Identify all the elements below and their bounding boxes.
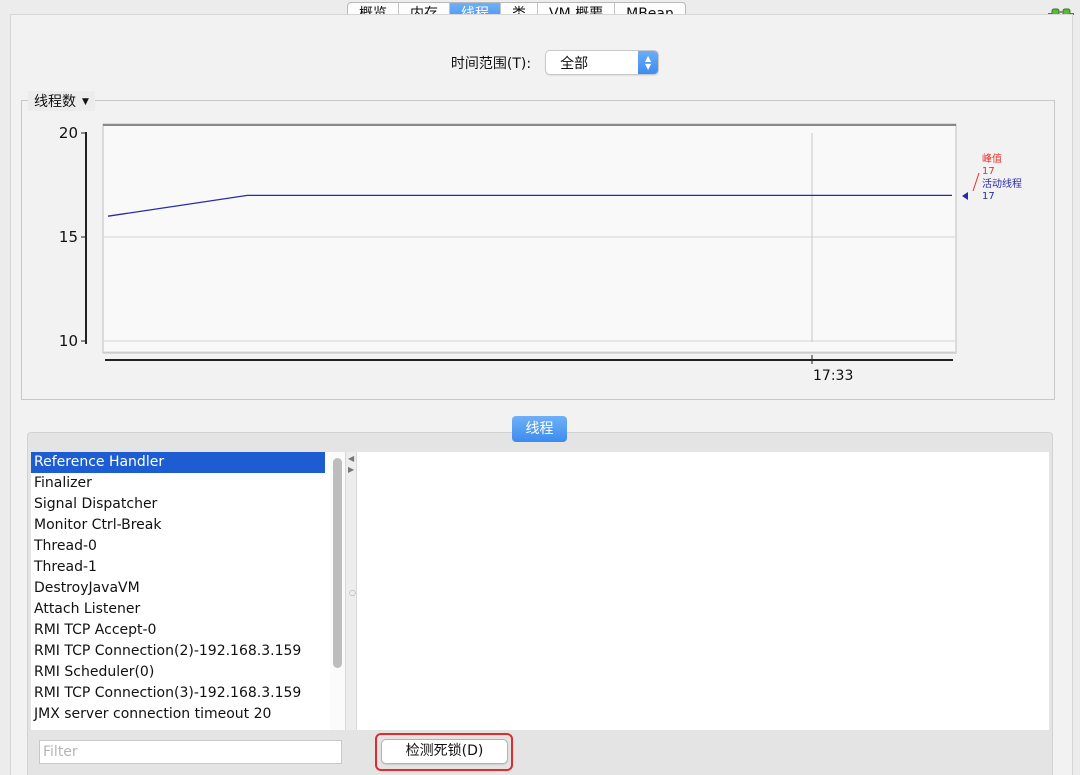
thread-list-item[interactable]: RMI Scheduler(0) — [31, 662, 345, 683]
thread-detail-area — [357, 452, 1049, 730]
thread-list-item[interactable]: Attach Listener — [31, 599, 345, 620]
thread-list-item[interactable]: Monitor Ctrl-Break — [31, 515, 345, 536]
collapse-left-icon[interactable]: ◀ — [348, 454, 354, 463]
thread-filter-input[interactable] — [39, 740, 342, 764]
legend-peak-label: 峰值 — [982, 152, 1002, 165]
legend-connector — [972, 172, 980, 192]
legend-live-label: 活动线程 — [982, 177, 1022, 190]
thread-count-chart: 17:33 峰值 17 活动线程 17 20 15 10 — [59, 123, 1022, 384]
detect-deadlock-button[interactable]: 检测死锁(D) — [381, 739, 508, 764]
y-tick-label: 10 — [59, 332, 78, 350]
thread-list-item[interactable]: DestroyJavaVM — [31, 578, 345, 599]
scrollbar-thumb[interactable] — [333, 458, 342, 668]
thread-list-item[interactable]: RMI TCP Connection(3)-192.168.3.159 — [31, 683, 345, 704]
thread-list-item[interactable]: Signal Dispatcher — [31, 494, 345, 515]
thread-list-item[interactable]: Thread-0 — [31, 536, 345, 557]
plot-area — [102, 123, 957, 354]
legend-live-value: 17 — [982, 191, 995, 202]
threads-section-label: 线程 — [512, 416, 567, 442]
thread-list-item[interactable]: Finalizer — [31, 473, 345, 494]
thread-list-scrollbar[interactable] — [330, 452, 345, 730]
drag-handle-icon[interactable]: ○ — [349, 588, 356, 597]
thread-list-item[interactable]: Reference Handler — [31, 452, 325, 473]
x-tick-label: 17:33 — [813, 368, 853, 384]
legend-marker-icon — [962, 192, 968, 200]
collapse-right-icon[interactable]: ▶ — [348, 465, 354, 474]
y-tick-label: 15 — [59, 228, 78, 246]
thread-list-item[interactable]: RMI TCP Connection(2)-192.168.3.159 — [31, 641, 345, 662]
thread-list-item[interactable]: Thread-1 — [31, 557, 345, 578]
thread-list-item[interactable]: JMX server connection timeout 20 — [31, 704, 345, 725]
split-pane-divider[interactable]: ◀ ▶ ○ — [345, 452, 357, 730]
legend-peak-value: 17 — [982, 166, 995, 177]
thread-list[interactable]: Reference Handler Finalizer Signal Dispatc… — [31, 452, 345, 730]
thread-list-item[interactable]: RMI TCP Accept-0 — [31, 620, 345, 641]
y-tick-label: 20 — [59, 124, 78, 142]
